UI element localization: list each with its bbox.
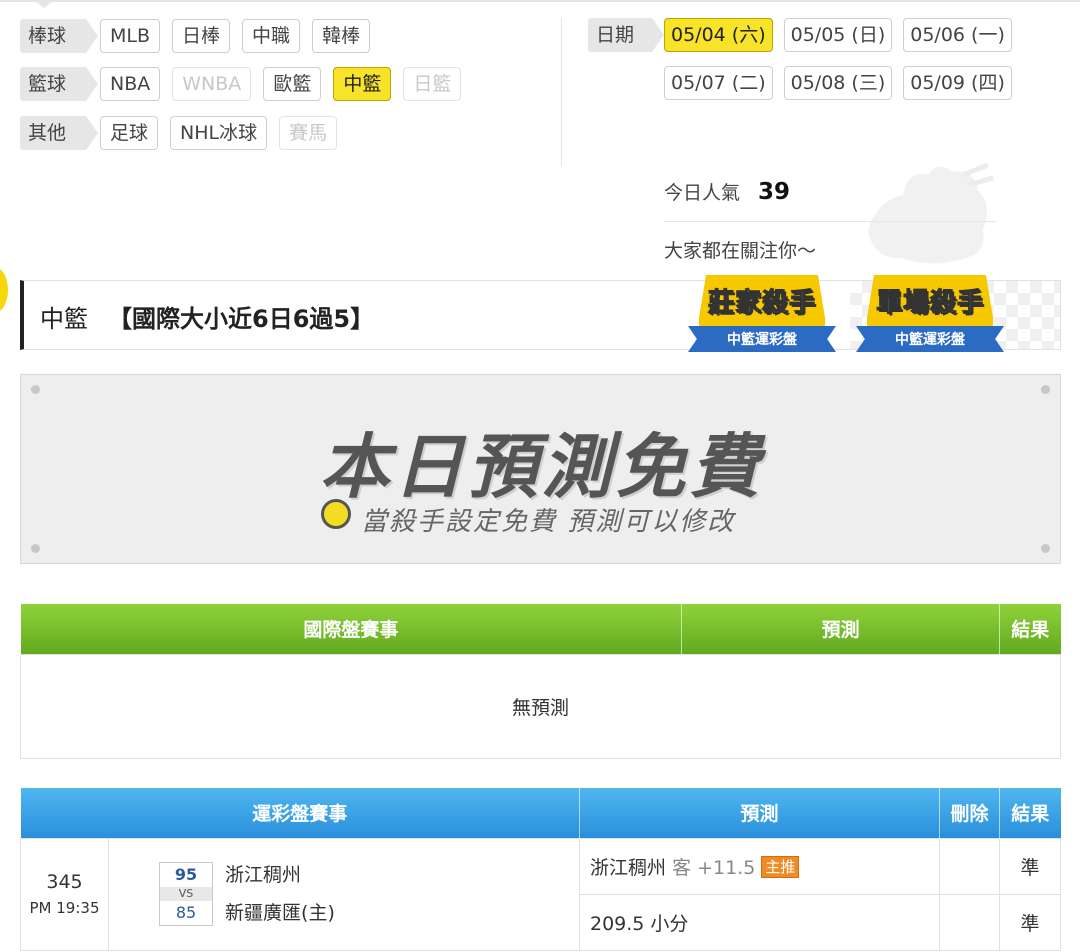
league-chip-soccer[interactable]: 足球 xyxy=(100,116,159,150)
category-row-baseball: 棒球 MLB 日棒 中職 韓棒 xyxy=(20,18,382,54)
badge-subtitle: 中籃運彩盤 xyxy=(895,332,965,348)
col-header-result: 結果 xyxy=(999,604,1061,654)
league-chip-cpbl[interactable]: 中職 xyxy=(242,19,301,53)
league-chip-npb[interactable]: 日棒 xyxy=(172,19,231,53)
top-border xyxy=(0,0,1080,2)
category-label: 其他 xyxy=(20,116,99,150)
league-chip-cba[interactable]: 中籃 xyxy=(333,67,392,101)
date-chip-0505[interactable]: 05/05 (日) xyxy=(783,18,893,52)
popularity: 今日人氣 39 xyxy=(664,178,790,205)
col-header-match: 國際盤賽事 xyxy=(20,604,683,654)
table-row: 345 PM 19:35 95 VS 85 浙江稠州 新疆廣匯(主) 浙江稠州 … xyxy=(20,837,1061,951)
delete-cell xyxy=(939,837,1000,895)
lightbulb-icon xyxy=(321,499,351,529)
page-title: 中籃 【國際大小近6日6過5】 xyxy=(40,299,374,334)
screw-icon xyxy=(31,385,40,394)
category-label: 棒球 xyxy=(20,19,99,53)
banner-subline: 當殺手設定免費 預測可以修改 xyxy=(361,507,736,537)
vs-label: VS xyxy=(160,887,212,901)
result-cell: 準 xyxy=(999,893,1061,951)
prediction-team: 浙江稠州 xyxy=(590,856,667,879)
screw-icon xyxy=(1041,544,1050,553)
category-row-basketball: 籃球 NBA WNBA 歐籃 中籃 日籃 xyxy=(20,66,473,102)
empty-message: 無預測 xyxy=(20,653,1061,759)
league-chip-horse-racing: 賽馬 xyxy=(279,116,338,150)
team-names: 浙江稠州 新疆廣匯(主) xyxy=(225,856,335,932)
featured-tag: 主推 xyxy=(761,855,800,878)
league-chip-euro-basketball[interactable]: 歐籃 xyxy=(263,67,322,101)
date-chip-0508[interactable]: 05/08 (三) xyxy=(783,66,893,100)
badge-single-killer[interactable]: 單場殺手 中籃運彩盤 xyxy=(850,268,1010,364)
popularity-value: 39 xyxy=(758,179,791,205)
league-chip-nhl[interactable]: NHL冰球 xyxy=(170,116,268,150)
mascot-watermark-icon xyxy=(868,162,994,264)
prediction-spread: 浙江稠州 客 +11.5 主推 xyxy=(579,837,940,895)
category-label: 籃球 xyxy=(20,67,99,101)
delete-cell xyxy=(939,893,1000,951)
col-header-prediction: 預測 xyxy=(579,788,940,838)
badge-title: 單場殺手 xyxy=(875,288,984,319)
prediction-line: 客 +11.5 xyxy=(672,856,756,879)
side-tab[interactable] xyxy=(0,268,8,312)
col-header-result: 結果 xyxy=(999,788,1061,838)
date-chip-0504[interactable]: 05/04 (六) xyxy=(664,18,773,52)
away-score: 95 xyxy=(174,865,198,884)
col-header-match: 運彩盤賽事 xyxy=(20,788,580,838)
title-record: 【國際大小近6日6過5】 xyxy=(108,305,375,333)
match-teams: 95 VS 85 浙江稠州 新疆廣匯(主) xyxy=(108,837,580,951)
match-time: PM 19:35 xyxy=(29,899,100,917)
follow-text: 大家都在關注你～ xyxy=(664,240,817,262)
screw-icon xyxy=(31,544,40,553)
date-chip-0507[interactable]: 05/07 (二) xyxy=(664,66,773,100)
popularity-divider xyxy=(664,221,996,222)
date-chip-0509[interactable]: 05/09 (四) xyxy=(903,66,1012,100)
league-chip-nba[interactable]: NBA xyxy=(100,67,161,101)
date-label: 日期 xyxy=(588,18,664,52)
score-box: 95 VS 85 xyxy=(159,862,213,926)
popularity-label: 今日人氣 xyxy=(664,182,741,204)
screw-icon xyxy=(1041,385,1050,394)
badge-title: 莊家殺手 xyxy=(707,288,816,319)
prediction-total: 209.5 小分 xyxy=(579,893,940,951)
banner-headline: 本日預測免費 xyxy=(319,426,764,508)
match-number: 345 xyxy=(46,871,83,893)
badge-subtitle: 中籃運彩盤 xyxy=(727,332,797,348)
vertical-divider xyxy=(561,18,562,166)
league-chip-mlb[interactable]: MLB xyxy=(100,19,161,53)
league-chip-japan-basketball: 日籃 xyxy=(403,67,462,101)
col-header-delete: 刪除 xyxy=(939,788,1000,838)
date-row-2: 05/07 (二) 05/08 (三) 05/09 (四) xyxy=(664,66,1023,100)
result-cell: 準 xyxy=(999,837,1061,895)
date-chip-0506[interactable]: 05/06 (一) xyxy=(903,18,1012,52)
match-info: 345 PM 19:35 xyxy=(20,837,109,951)
free-prediction-banner: 本日預測免費 當殺手設定免費 預測可以修改 xyxy=(20,374,1061,564)
league-chip-wnba: WNBA xyxy=(172,67,252,101)
home-score: 85 xyxy=(175,903,197,922)
international-table: 國際盤賽事 預測 結果 無預測 xyxy=(20,604,1061,759)
title-league: 中籃 xyxy=(40,305,88,333)
lottery-table: 運彩盤賽事 預測 刪除 結果 345 PM 19:35 95 VS 85 浙江稠… xyxy=(20,788,1061,951)
home-team: 新疆廣匯(主) xyxy=(225,902,335,924)
league-chip-kbo[interactable]: 韓棒 xyxy=(312,19,371,53)
away-team: 浙江稠州 xyxy=(225,864,302,886)
badge-bookmaker-killer[interactable]: 莊家殺手 中籃運彩盤 xyxy=(682,268,842,364)
col-header-prediction: 預測 xyxy=(681,604,1001,654)
date-row-1: 日期 05/04 (六) 05/05 (日) 05/06 (一) xyxy=(588,18,1023,52)
top-notch xyxy=(34,0,54,8)
category-row-other: 其他 足球 NHL冰球 賽馬 xyxy=(20,115,349,151)
